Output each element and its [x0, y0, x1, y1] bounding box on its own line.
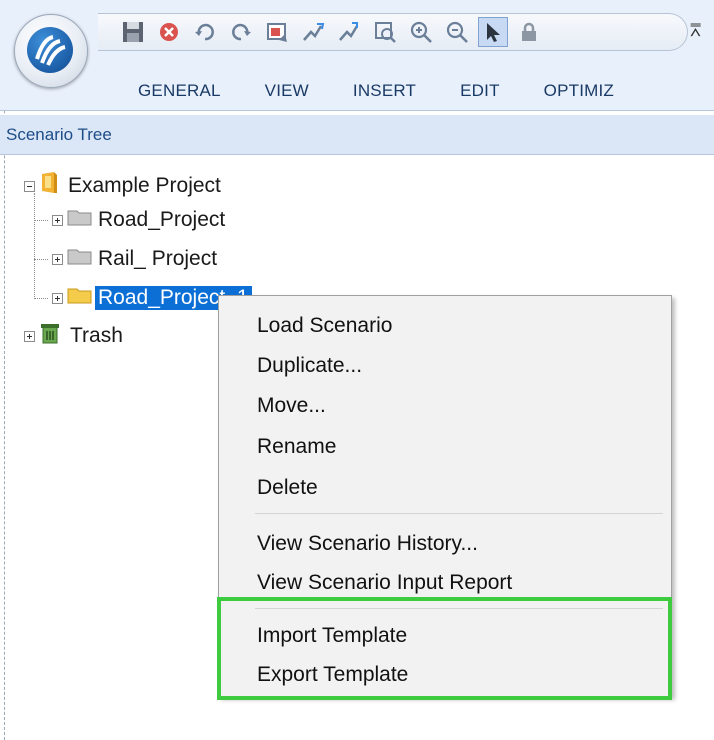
- menu-item-rename[interactable]: Rename: [257, 430, 336, 464]
- redo-icon[interactable]: [226, 17, 256, 47]
- expand-toggle-icon[interactable]: [52, 214, 63, 226]
- tab-optimize[interactable]: OPTIMIZ: [522, 78, 636, 108]
- connect-out-icon[interactable]: [334, 17, 364, 47]
- undo-icon[interactable]: [190, 17, 220, 47]
- menu-item-load-scenario[interactable]: Load Scenario: [257, 309, 392, 343]
- folder-icon: [67, 246, 93, 272]
- tab-insert[interactable]: INSERT: [331, 78, 438, 108]
- select-pointer-icon[interactable]: [478, 17, 508, 47]
- connect-in-icon[interactable]: [298, 17, 328, 47]
- expand-toggle-icon[interactable]: [52, 292, 63, 304]
- pane-title: Scenario Tree: [0, 115, 714, 155]
- zoom-extents-icon[interactable]: [370, 17, 400, 47]
- tree-connector: [34, 220, 48, 221]
- ribbon-tabs: GENERAL VIEW INSERT EDIT OPTIMIZ: [100, 78, 636, 108]
- zoom-out-icon[interactable]: [442, 17, 472, 47]
- tree-item-trash[interactable]: Trash: [24, 320, 126, 352]
- stop-icon[interactable]: [154, 17, 184, 47]
- tree-connector: [34, 259, 48, 260]
- template-items-highlight: [217, 597, 672, 700]
- zoom-in-icon[interactable]: [406, 17, 436, 47]
- lock-icon[interactable]: [514, 17, 544, 47]
- collapse-toggle-icon[interactable]: [24, 180, 35, 192]
- tree-item-example-project[interactable]: Example Project: [24, 170, 224, 202]
- menu-item-delete[interactable]: Delete: [257, 471, 318, 505]
- tree-item-road-project[interactable]: Road_Project: [52, 204, 228, 236]
- folder-open-icon: [67, 285, 93, 311]
- tab-view[interactable]: VIEW: [243, 78, 331, 108]
- menu-item-view-scenario-input-report[interactable]: View Scenario Input Report: [257, 566, 512, 600]
- application-button[interactable]: [14, 14, 88, 88]
- screenshot-icon[interactable]: [262, 17, 292, 47]
- tab-edit[interactable]: EDIT: [438, 78, 522, 108]
- menu-item-move[interactable]: Move...: [257, 389, 326, 423]
- project-icon: [39, 171, 59, 201]
- tab-general[interactable]: GENERAL: [100, 78, 243, 108]
- customize-toolbar-icon[interactable]: ⩞: [690, 20, 701, 41]
- menu-item-duplicate[interactable]: Duplicate...: [257, 349, 362, 383]
- menu-item-view-scenario-history[interactable]: View Scenario History...: [257, 527, 478, 561]
- quick-access-toolbar: [98, 13, 688, 51]
- trash-icon: [39, 321, 61, 351]
- tree-item-label: Road_Project: [98, 208, 226, 231]
- expand-toggle-icon[interactable]: [52, 253, 63, 265]
- menu-separator: [255, 513, 663, 514]
- window-edge: [4, 0, 5, 740]
- save-icon[interactable]: [118, 17, 148, 47]
- tree-item-label: Trash: [70, 324, 123, 347]
- tree-item-label: Rail_ Project: [98, 247, 218, 270]
- tree-connector: [34, 298, 48, 299]
- ribbon: ⩞ GENERAL VIEW INSERT EDIT OPTIMIZ: [0, 0, 714, 111]
- folder-icon: [67, 207, 93, 233]
- tree-item-label: Example Project: [68, 174, 221, 197]
- tree-connector: [34, 193, 35, 299]
- expand-toggle-icon[interactable]: [24, 330, 35, 342]
- app-logo-icon: [27, 27, 73, 73]
- tree-item-rail-project[interactable]: Rail_ Project: [52, 243, 220, 275]
